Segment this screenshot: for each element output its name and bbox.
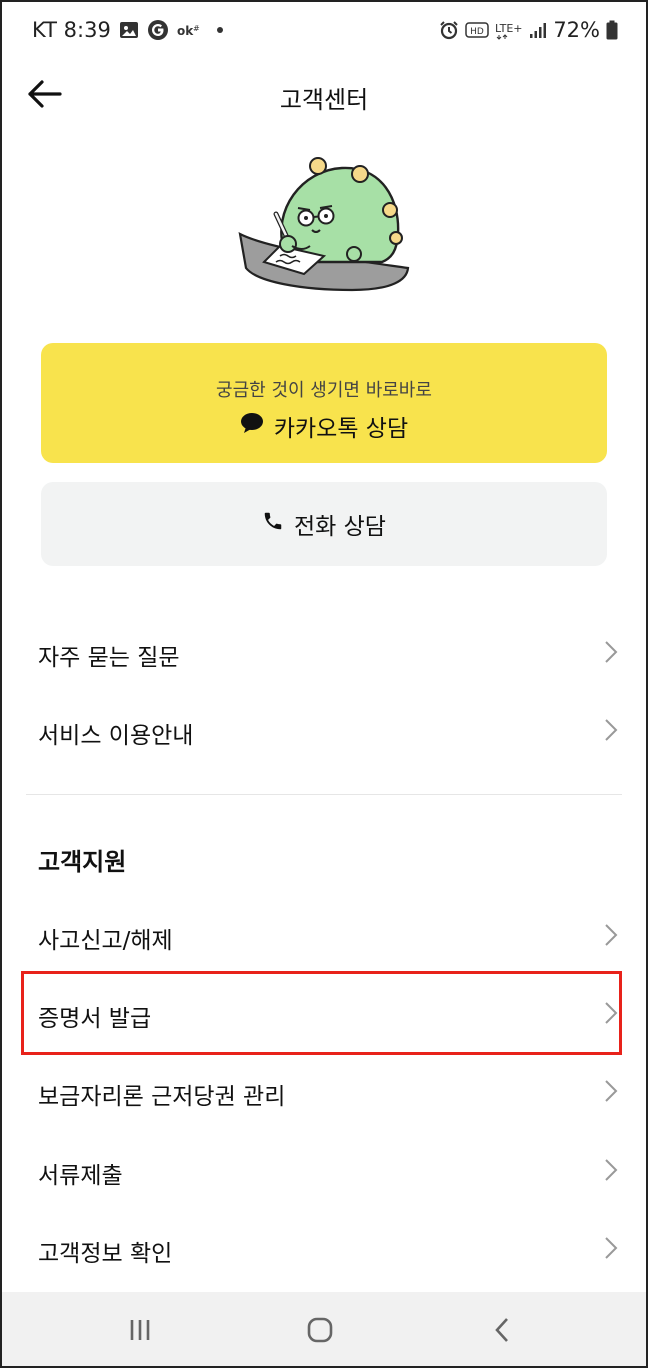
- menu-item-label: 사고신고/해제: [38, 928, 173, 954]
- battery-icon: [606, 20, 618, 40]
- google-icon: [147, 19, 169, 41]
- svg-text:ok: ok: [177, 24, 194, 38]
- svg-text:#: #: [193, 24, 200, 33]
- menu-item-label: 서비스 이용안내: [38, 723, 194, 749]
- phone-icon: [262, 510, 284, 538]
- page-title: 고객센터: [279, 86, 369, 114]
- recent-apps-icon: [130, 1320, 150, 1340]
- recent-apps-button[interactable]: [120, 1312, 160, 1348]
- alarm-icon: [439, 20, 459, 40]
- phone-consult-label: 전화 상담: [294, 514, 386, 540]
- chevron-right-icon: [605, 924, 618, 946]
- chevron-right-icon: [605, 1002, 618, 1024]
- system-back-button[interactable]: [482, 1312, 522, 1348]
- svg-text:HD: HD: [470, 27, 484, 37]
- menu-item-label: 보금자리론 근저당권 관리: [38, 1084, 286, 1110]
- menu-item-label: 서류제출: [38, 1163, 123, 1189]
- menu-item-label: 고객정보 확인: [38, 1241, 173, 1267]
- menu-item-customer-info[interactable]: 고객정보 확인: [0, 1214, 648, 1284]
- menu-item-document-submit[interactable]: 서류제출: [0, 1136, 648, 1206]
- lte-icon: LTE+: [495, 20, 523, 40]
- menu-item-label: 자주 묻는 질문: [38, 645, 180, 671]
- menu-item-accident-report[interactable]: 사고신고/해제: [0, 901, 648, 971]
- section-title-support: 고객지원: [38, 848, 127, 876]
- mascot-illustration: [232, 150, 416, 295]
- section-divider: [26, 794, 622, 795]
- carrier-time: KT 8:39: [32, 18, 111, 42]
- chevron-right-icon: [605, 719, 618, 741]
- app-header: 고객센터: [0, 62, 648, 128]
- image-icon: [119, 21, 139, 39]
- chevron-left-icon: [495, 1318, 508, 1342]
- system-nav-bar: [2, 1292, 646, 1366]
- menu-item-faq[interactable]: 자주 묻는 질문: [0, 618, 648, 688]
- menu-item-label: 증명서 발급: [38, 1006, 152, 1032]
- hd-voice-icon: HD: [465, 22, 490, 38]
- kakaotalk-consult-subtitle: 궁금한 것이 생기면 바로바로: [216, 380, 432, 401]
- chevron-right-icon: [605, 1080, 618, 1102]
- phone-consult-button[interactable]: 전화 상담: [41, 482, 607, 566]
- ok-cashbag-icon: ok #: [177, 22, 203, 38]
- status-bar: KT 8:39 ok # HD LTE+ 72%: [0, 0, 648, 62]
- chevron-right-icon: [605, 1237, 618, 1259]
- signal-icon: [529, 21, 547, 39]
- chevron-right-icon: [605, 1159, 618, 1181]
- menu-item-mortgage-management[interactable]: 보금자리론 근저당권 관리: [0, 1057, 648, 1127]
- menu-item-service-guide[interactable]: 서비스 이용안내: [0, 696, 648, 766]
- svg-text:LTE+: LTE+: [495, 22, 523, 35]
- home-button[interactable]: [300, 1312, 340, 1348]
- notification-dot-icon: [216, 27, 223, 33]
- chat-bubble-icon: [240, 412, 264, 440]
- kakaotalk-consult-label: 카카오톡 상담: [273, 416, 409, 442]
- chevron-right-icon: [605, 641, 618, 663]
- battery-percent: 72%: [553, 18, 600, 42]
- kakaotalk-consult-button[interactable]: 궁금한 것이 생기면 바로바로 카카오톡 상담: [41, 343, 607, 463]
- home-icon: [307, 1317, 333, 1343]
- menu-item-certificate-issue[interactable]: 증명서 발급: [0, 979, 648, 1049]
